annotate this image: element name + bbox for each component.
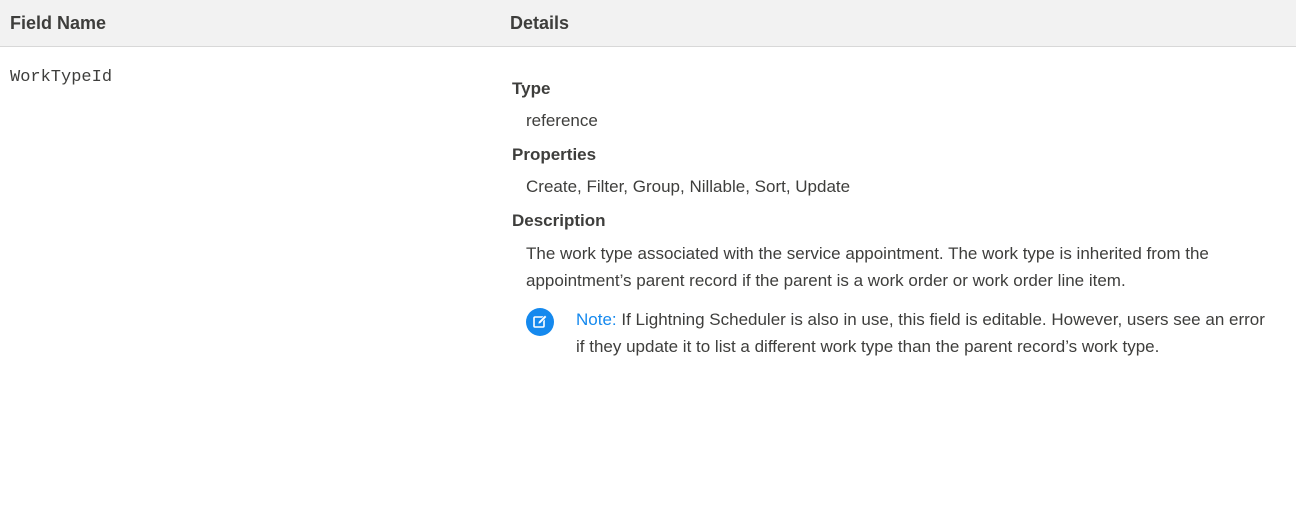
type-value: reference <box>526 111 598 130</box>
table-header-row: Field Name Details <box>0 0 1296 47</box>
note-text: If Lightning Scheduler is also in use, t… <box>576 310 1265 356</box>
details-cell: Type reference Properties Create, Filter… <box>512 78 1272 360</box>
note-label: Note: <box>576 310 617 329</box>
note-callout: Note: If Lightning Scheduler is also in … <box>526 306 1276 360</box>
column-header-field-name: Field Name <box>10 13 107 33</box>
description-label: Description <box>512 211 606 230</box>
column-header-details: Details <box>510 13 570 33</box>
description-value: The work type associated with the servic… <box>526 244 1209 290</box>
type-label: Type <box>512 79 551 98</box>
field-name-cell: WorkTypeId <box>10 68 113 87</box>
edit-note-icon <box>526 308 554 336</box>
properties-label: Properties <box>512 145 597 164</box>
properties-value: Create, Filter, Group, Nillable, Sort, U… <box>526 177 851 196</box>
